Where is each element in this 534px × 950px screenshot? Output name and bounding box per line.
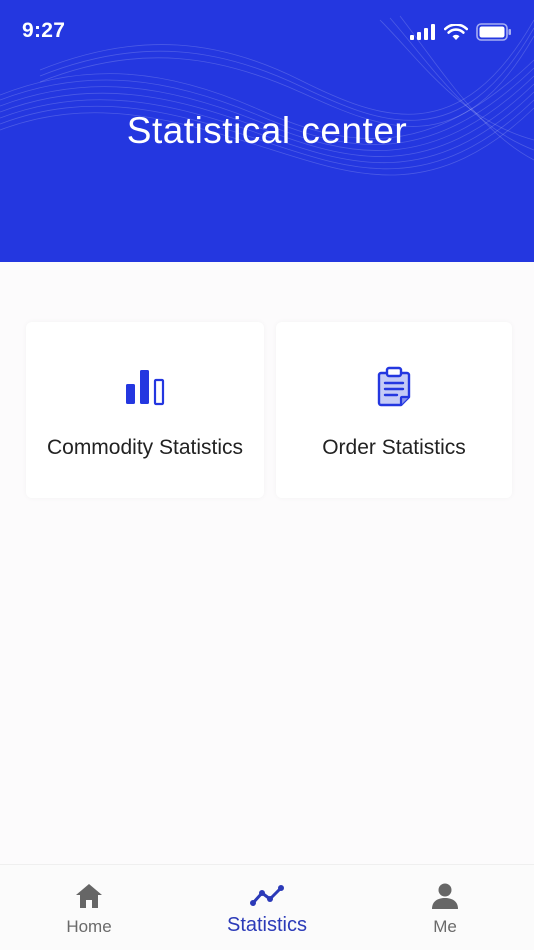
tab-home-label: Home (66, 917, 112, 936)
page-title: Statistical center (126, 110, 408, 151)
statistics-screen: 9:27 Statistical center Commodity Statis… (0, 0, 534, 950)
tab-home[interactable]: Home (0, 865, 178, 950)
tab-me[interactable]: Me (356, 865, 534, 950)
tab-me-label: Me (433, 917, 457, 936)
status-bar: 9:27 (0, 0, 534, 62)
header-banner: 9:27 Statistical center (0, 0, 534, 262)
tab-statistics-label: Statistics (226, 914, 308, 936)
battery-icon (476, 23, 511, 41)
home-icon (72, 881, 106, 911)
clipboard-icon (377, 366, 411, 407)
wifi-icon (444, 23, 468, 40)
statistics-cards: Commodity Statistics Order Statistics (26, 322, 512, 498)
bottom-tab-bar: Home Statistics Me (0, 864, 534, 950)
commodity-statistics-label: Commodity Statistics (46, 436, 244, 459)
order-statistics-label: Order Statistics (322, 436, 466, 459)
order-statistics-card[interactable]: Order Statistics (276, 322, 512, 498)
status-icons (410, 22, 512, 42)
trend-line-icon (250, 881, 284, 911)
status-time: 9:27 (22, 19, 66, 42)
commodity-statistics-card[interactable]: Commodity Statistics (26, 322, 264, 498)
tab-statistics[interactable]: Statistics (178, 865, 356, 950)
bar-chart-icon (126, 370, 165, 406)
person-icon (428, 881, 462, 911)
signal-icon (410, 24, 435, 40)
